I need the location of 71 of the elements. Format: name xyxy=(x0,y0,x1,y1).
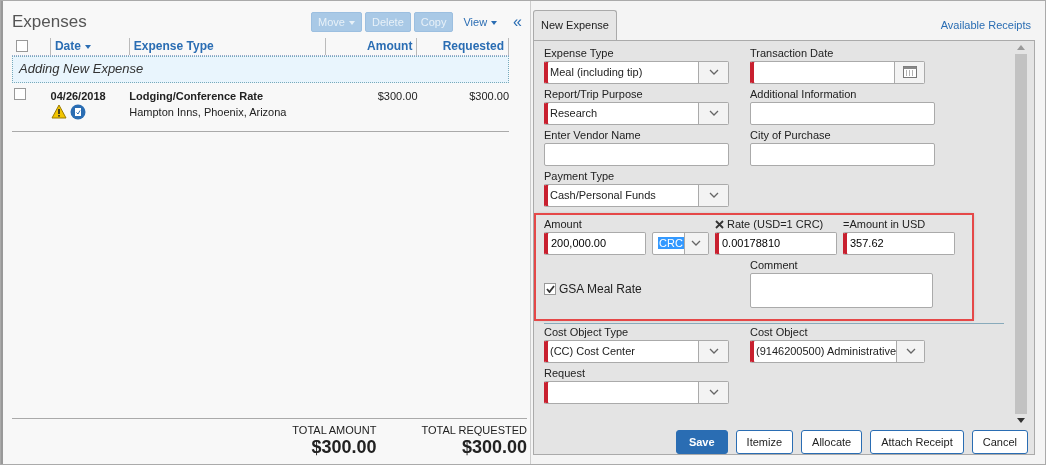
column-header[interactable]: Date xyxy=(54,37,91,55)
input-field[interactable] xyxy=(750,101,935,125)
calendar-icon xyxy=(902,66,917,78)
column-header[interactable]: Amount xyxy=(367,37,413,55)
field-label: Report/Trip Purpose xyxy=(544,87,643,101)
action-button[interactable]: Save xyxy=(675,429,728,454)
field-label: Cost Object xyxy=(750,325,808,339)
field-label: =Amount in USD xyxy=(843,217,926,231)
field-label: City of Purchase xyxy=(750,128,831,142)
checkbox[interactable] xyxy=(16,40,28,52)
field-label: Rate (USD=1 CRC) xyxy=(727,217,824,231)
chevron-icon xyxy=(708,69,719,75)
expense-type: Lodging/Conference Rate xyxy=(129,88,265,104)
scroll-up-icon xyxy=(1017,44,1025,50)
field-label: Cost Object Type xyxy=(544,325,629,339)
collapse-button[interactable]: « xyxy=(513,9,522,34)
action-button[interactable]: Attach Receipt xyxy=(870,429,964,454)
check-icon xyxy=(545,284,555,293)
input-field[interactable]: 357.62 xyxy=(843,231,955,255)
action-button[interactable]: Allocate xyxy=(801,429,863,454)
field-label: Expense Type xyxy=(544,46,614,60)
dropdown-field[interactable] xyxy=(544,380,729,404)
receipt-icon xyxy=(69,104,86,120)
chevron-icon xyxy=(905,348,916,354)
total-value: $300.00 xyxy=(461,438,527,456)
column-header[interactable]: Expense Type xyxy=(133,37,214,55)
dropdown-field[interactable]: (9146200500) Administrative xyxy=(750,339,925,363)
comment-field[interactable] xyxy=(750,272,933,308)
dropdown-field[interactable]: Cash/Personal Funds xyxy=(544,183,729,207)
expense-date: 04/26/2018 xyxy=(50,88,107,104)
dropdown-field[interactable]: (CC) Cost Center xyxy=(544,339,729,363)
scrollbar-thumb[interactable] xyxy=(1015,53,1027,414)
field-label: Transaction Date xyxy=(750,46,834,60)
column-header[interactable]: Requested xyxy=(442,37,504,55)
action-button[interactable]: Cancel xyxy=(971,429,1028,454)
input-field[interactable] xyxy=(544,142,729,166)
sort-icon xyxy=(84,44,91,49)
field-label: Comment xyxy=(750,258,798,272)
amount-cell: $300.00 xyxy=(377,89,418,102)
dropdown-field[interactable]: Meal (including tip) xyxy=(544,60,729,84)
total-label: TOTAL AMOUNT xyxy=(292,422,377,438)
field-label: Payment Type xyxy=(544,169,615,183)
chevron-icon xyxy=(708,192,719,198)
checkbox-label: GSA Meal Rate xyxy=(559,280,642,298)
field-label: Request xyxy=(544,366,585,380)
action-button[interactable]: Itemize xyxy=(735,429,794,454)
input-field[interactable]: 0.00178810 xyxy=(715,231,837,255)
date-field[interactable] xyxy=(750,60,925,84)
receipts-link[interactable]: Available Receipts xyxy=(940,16,1031,33)
total-value: $300.00 xyxy=(311,438,377,456)
chevron-icon xyxy=(708,389,719,395)
total-label: TOTAL REQUESTED xyxy=(421,422,527,438)
requested-cell: $300.00 xyxy=(469,89,509,102)
dropdown-field[interactable]: Research xyxy=(544,101,729,125)
field-label: Amount xyxy=(544,217,582,231)
warning-icon xyxy=(50,104,67,119)
toolbar-button[interactable]: View xyxy=(456,11,505,32)
input-field[interactable] xyxy=(750,142,935,166)
adding-row: Adding New Expense xyxy=(12,55,509,83)
chevron-icon xyxy=(691,240,702,246)
vendor-name: Hampton Inns, Phoenix, Arizona xyxy=(129,105,288,120)
chevron-icon xyxy=(708,348,719,354)
panel-title: Expenses xyxy=(12,11,87,33)
checkbox[interactable] xyxy=(544,282,556,295)
field-label: Additional Information xyxy=(750,87,857,101)
tab[interactable]: New Expense xyxy=(533,10,617,40)
input-field[interactable]: 200,000.00 xyxy=(544,231,646,255)
scroll-down-icon xyxy=(1017,417,1025,423)
checkbox[interactable] xyxy=(14,87,26,100)
field-label: Enter Vendor Name xyxy=(544,128,641,142)
chevron-icon xyxy=(708,110,719,116)
